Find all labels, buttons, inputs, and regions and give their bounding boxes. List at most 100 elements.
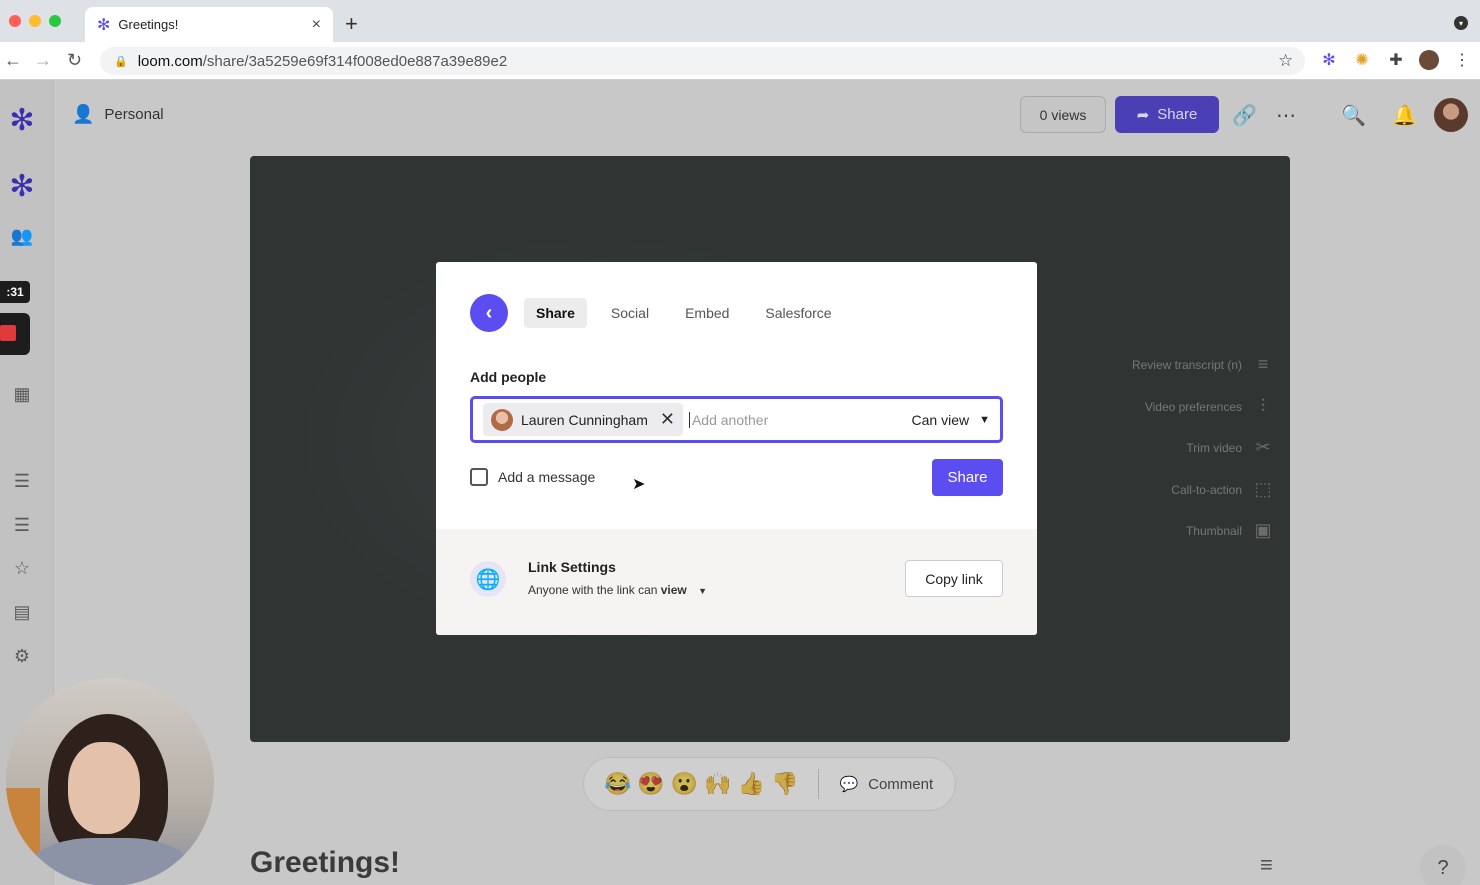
forward-arrow-icon[interactable]: → bbox=[34, 50, 52, 71]
people-icon[interactable]: 👥 bbox=[10, 224, 34, 248]
extensions-puzzle-icon[interactable]: ✚ bbox=[1386, 50, 1406, 70]
comment-label: Comment bbox=[868, 775, 934, 793]
trim-video-label: Trim video bbox=[1186, 440, 1242, 455]
link-access-dropdown[interactable]: Anyone with the link can view ▼ bbox=[528, 583, 707, 597]
url-path: /share/3a5259e69f314f008ed0e887a39e89e2 bbox=[202, 52, 508, 70]
building-icon[interactable]: ▦ bbox=[10, 382, 34, 406]
notification-bell-icon[interactable]: 🔔 bbox=[1392, 103, 1417, 128]
permission-dropdown[interactable]: Can view ▼ bbox=[912, 412, 990, 428]
loom-logo-icon[interactable]: ✻ bbox=[6, 104, 38, 137]
bookmark-star-icon[interactable]: ☆ bbox=[1278, 51, 1293, 71]
spaces-list-icon[interactable]: ☰ bbox=[10, 513, 34, 537]
remove-chip-icon[interactable]: ✕ bbox=[660, 409, 675, 430]
checkbox-box[interactable] bbox=[470, 468, 488, 486]
webcam-bubble[interactable] bbox=[6, 678, 214, 885]
library-list-icon[interactable]: ☰ bbox=[10, 469, 34, 493]
copy-link-button[interactable]: Copy link bbox=[905, 560, 1003, 597]
image-icon: ▣ bbox=[1254, 520, 1272, 540]
star-icon[interactable]: ☆ bbox=[10, 556, 34, 580]
surprised-emoji-button[interactable]: 😮 bbox=[671, 771, 698, 797]
video-preferences-label: Video preferences bbox=[1144, 399, 1242, 414]
views-counter[interactable]: 0 views bbox=[1020, 96, 1106, 133]
settings-gear-icon[interactable]: ⚙ bbox=[10, 644, 34, 668]
tab-close-icon[interactable]: × bbox=[312, 16, 321, 34]
window-minimize-dot[interactable] bbox=[29, 15, 41, 27]
tab-embed[interactable]: Embed bbox=[673, 298, 741, 328]
window-close-dot[interactable] bbox=[9, 15, 21, 27]
link-access-prefix: Anyone with the link can bbox=[528, 583, 661, 597]
tab-salesforce[interactable]: Salesforce bbox=[753, 298, 843, 328]
webcam-face bbox=[68, 742, 140, 834]
user-avatar[interactable] bbox=[1434, 98, 1468, 132]
share-modal: ‹ Share Social Embed Salesforce Add peop… bbox=[436, 262, 1037, 635]
comment-bubble-icon: 💬 bbox=[839, 776, 859, 793]
review-transcript-option[interactable]: Review transcript (n) ≡ bbox=[1132, 354, 1274, 375]
tab-title: Greetings! bbox=[118, 17, 179, 32]
call-to-action-option[interactable]: Call-to-action ⬚ bbox=[1171, 479, 1274, 500]
person-icon: 👤 bbox=[72, 104, 95, 124]
loom-extension-icon[interactable]: ✻ bbox=[1319, 50, 1339, 70]
tab-share[interactable]: Share bbox=[524, 298, 587, 328]
search-icon[interactable]: 🔍 bbox=[1341, 103, 1366, 128]
new-tab-button[interactable]: + bbox=[345, 11, 358, 37]
heart-eyes-emoji-button[interactable]: 😍 bbox=[637, 771, 664, 797]
cursor-click-icon: ⬚ bbox=[1254, 479, 1272, 499]
globe-icon: 🌐 bbox=[470, 561, 506, 597]
tab-search-icon[interactable]: ▾ bbox=[1454, 16, 1468, 30]
share-tabs: Share Social Embed Salesforce bbox=[524, 298, 844, 328]
link-icon[interactable]: 🔗 bbox=[1232, 103, 1257, 128]
video-preferences-option[interactable]: Video preferences ⫶ bbox=[1145, 396, 1274, 417]
loom-home-icon[interactable]: ✻ bbox=[6, 170, 38, 203]
webcam-body bbox=[30, 838, 190, 885]
permission-value: Can view bbox=[911, 411, 970, 428]
scissors-icon: ✂ bbox=[1255, 437, 1271, 457]
stop-square-icon bbox=[0, 325, 16, 341]
link-settings-title: Link Settings bbox=[528, 559, 616, 575]
add-message-checkbox[interactable]: Add a message bbox=[470, 468, 595, 486]
archive-icon[interactable]: ▤ bbox=[10, 600, 34, 624]
thumbs-up-emoji-button[interactable]: 👍 bbox=[738, 771, 765, 797]
video-title: Greetings! bbox=[250, 846, 401, 879]
laugh-emoji-button[interactable]: 😂 bbox=[604, 771, 631, 797]
thumbnail-option[interactable]: Thumbnail ▣ bbox=[1186, 520, 1274, 541]
add-to-list-icon[interactable]: ≡ bbox=[1260, 852, 1273, 878]
workspace-name: Personal bbox=[104, 106, 164, 123]
header-share-button[interactable]: ➦ Share bbox=[1115, 96, 1219, 133]
browser-menu-icon[interactable]: ⋮ bbox=[1452, 50, 1472, 70]
person-chip: Lauren Cunningham ✕ bbox=[483, 403, 683, 436]
back-arrow-icon[interactable]: ← bbox=[4, 50, 22, 71]
mouse-cursor-icon: ➤ bbox=[632, 476, 646, 493]
more-options-icon[interactable]: ⋯ bbox=[1276, 103, 1296, 128]
link-settings-section: 🌐 Link Settings Anyone with the link can… bbox=[436, 529, 1037, 635]
chevron-down-icon: ▼ bbox=[698, 586, 708, 596]
trim-video-option[interactable]: Trim video ✂ bbox=[1186, 437, 1274, 458]
reactions-divider bbox=[818, 769, 820, 799]
review-transcript-label: Review transcript (n) bbox=[1131, 357, 1242, 372]
workspace-selector[interactable]: 👤 Personal bbox=[72, 104, 164, 125]
browser-tab[interactable]: ✻ Greetings! × bbox=[85, 7, 333, 42]
reload-icon[interactable]: ↻ bbox=[67, 50, 82, 71]
add-message-label: Add a message bbox=[498, 469, 596, 485]
back-button[interactable]: ‹ bbox=[470, 294, 508, 332]
transcript-lines-icon: ≡ bbox=[1257, 354, 1269, 374]
add-people-field[interactable]: Lauren Cunningham ✕ Can view ▼ bbox=[470, 396, 1003, 443]
tab-social[interactable]: Social bbox=[599, 298, 661, 328]
add-another-input[interactable] bbox=[688, 411, 859, 428]
raised-hands-emoji-button[interactable]: 🙌 bbox=[704, 771, 731, 797]
url-input[interactable]: 🔒 loom.com /share/3a5259e69f314f008ed0e8… bbox=[100, 47, 1305, 75]
url-domain: loom.com bbox=[137, 52, 203, 70]
stop-recording-button[interactable] bbox=[0, 313, 30, 355]
comment-button[interactable]: 💬 Comment bbox=[839, 775, 934, 794]
profile-avatar-icon[interactable] bbox=[1419, 50, 1439, 70]
help-button[interactable]: ? bbox=[1420, 845, 1466, 885]
link-access-level: view bbox=[660, 583, 687, 597]
send-share-button[interactable]: Share bbox=[932, 459, 1003, 496]
share-arrow-icon: ➦ bbox=[1136, 106, 1150, 124]
recording-timer: :31 bbox=[0, 281, 30, 303]
chip-name: Lauren Cunningham bbox=[521, 411, 648, 428]
color-extension-icon[interactable]: ✺ bbox=[1352, 50, 1372, 70]
thumbnail-label: Thumbnail bbox=[1185, 523, 1242, 538]
window-zoom-dot[interactable] bbox=[49, 15, 61, 27]
thumbs-down-emoji-button[interactable]: 👎 bbox=[771, 771, 798, 797]
call-to-action-label: Call-to-action bbox=[1171, 482, 1242, 497]
